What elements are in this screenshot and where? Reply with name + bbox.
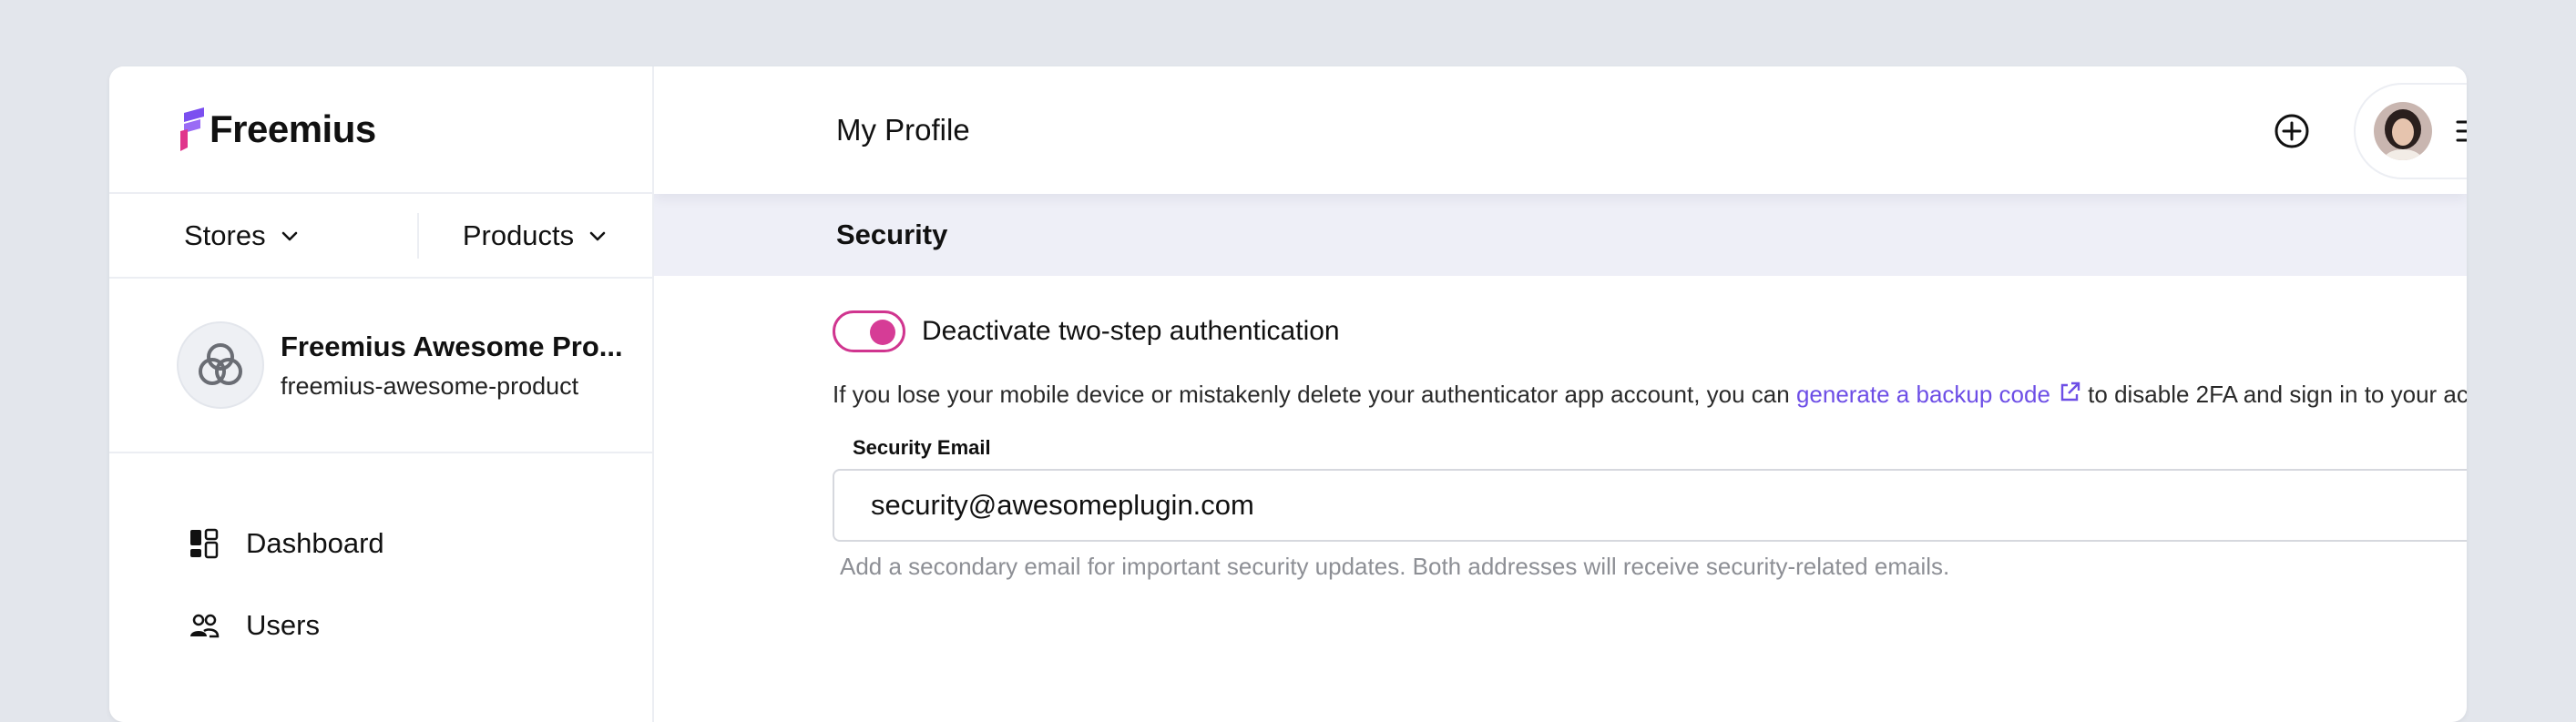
external-link-icon [2060, 381, 2080, 402]
generate-backup-code-link[interactable]: generate a backup code [1796, 381, 2081, 408]
toggle-knob [870, 320, 895, 345]
top-header: My Profile [654, 66, 2467, 194]
store-product-switcher: Stores Products [109, 194, 652, 279]
description-text: If you lose your mobile device or mistak… [833, 381, 1796, 408]
hamburger-menu-icon [2456, 120, 2467, 142]
products-dropdown[interactable]: Products [419, 219, 652, 252]
sidebar-menu: Dashboard Users [109, 453, 652, 666]
sidebar-item-dashboard[interactable]: Dashboard [109, 503, 652, 585]
product-avatar [177, 321, 264, 409]
security-settings: Deactivate two-step authentication If yo… [654, 310, 2467, 581]
current-product[interactable]: Freemius Awesome Pro... freemius-awesome… [109, 279, 652, 453]
main-content: My Profile Security Deactivate two-step … [654, 66, 2467, 722]
brand-logo[interactable]: Freemius [109, 66, 652, 194]
two-factor-description: If you lose your mobile device or mistak… [833, 372, 2467, 416]
brand-name: Freemius [210, 107, 376, 150]
sidebar-item-users[interactable]: Users [109, 585, 652, 666]
security-email-input[interactable]: security@awesomeplugin.com [833, 469, 2467, 542]
chevron-down-icon [281, 231, 297, 240]
stores-label: Stores [184, 219, 266, 251]
sidebar-item-label: Users [246, 609, 320, 641]
sidebar: Freemius Stores Products Freemius Awesom… [109, 66, 654, 722]
two-factor-row: Deactivate two-step authentication [833, 310, 2405, 352]
sidebar-item-label: Dashboard [246, 527, 384, 559]
section-title: Security [836, 219, 948, 250]
add-icon[interactable] [2273, 112, 2311, 150]
chevron-down-icon [589, 231, 606, 240]
product-logo-icon [199, 343, 242, 385]
section-header: Security [654, 194, 2467, 276]
user-menu-button[interactable] [2354, 83, 2467, 179]
two-factor-toggle-label: Deactivate two-step authentication [922, 316, 1340, 346]
products-label: Products [462, 219, 575, 251]
product-slug: freemius-awesome-product [281, 371, 579, 400]
security-email-help: Add a secondary email for important secu… [840, 553, 1950, 580]
users-icon [190, 614, 220, 638]
avatar [2374, 102, 2432, 160]
link-text: generate a backup code [1795, 381, 2050, 408]
stores-dropdown[interactable]: Stores [109, 219, 417, 252]
two-factor-toggle[interactable] [833, 310, 905, 352]
freemius-logo-icon [180, 107, 204, 151]
dashboard-icon [190, 528, 219, 559]
app-window: Freemius Stores Products Freemius Awesom… [109, 66, 2467, 722]
description-text-end: to disable 2FA and sign in to your accou… [2088, 381, 2467, 408]
security-email-label: Security Email [853, 436, 991, 459]
page-title: My Profile [836, 113, 970, 147]
product-name: Freemius Awesome Pro... [281, 330, 623, 362]
